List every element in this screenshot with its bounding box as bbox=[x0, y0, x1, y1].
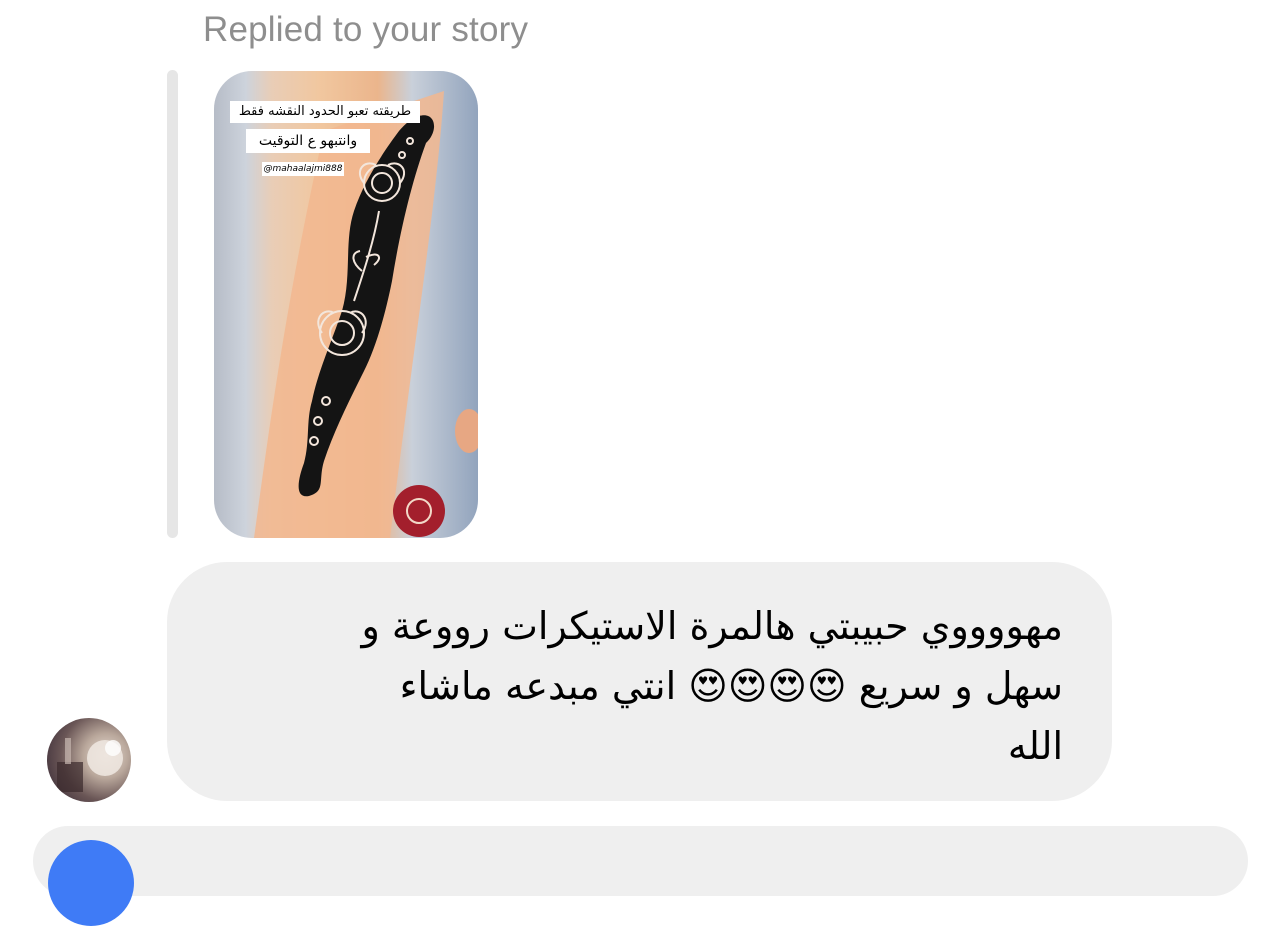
story-caption-line-2: وانتبهو ع التوقيت bbox=[246, 129, 370, 153]
story-handle: @mahaalajmi888 bbox=[262, 162, 344, 176]
camera-icon[interactable] bbox=[48, 840, 134, 926]
avatar-photo-icon bbox=[57, 738, 123, 792]
message-composer[interactable] bbox=[33, 826, 1248, 896]
story-thumbnail[interactable]: طريقته تعبو الحدود النقشه فقط وانتبهو ع … bbox=[214, 71, 478, 538]
sender-avatar[interactable] bbox=[47, 718, 131, 802]
replied-to-story-label: Replied to your story bbox=[203, 10, 529, 49]
story-caption-line-1: طريقته تعبو الحدود النقشه فقط bbox=[230, 101, 420, 123]
message-text: مهووووي حبيبتي هالمرة الاستيكرات رووعة و… bbox=[361, 604, 1064, 768]
message-bubble[interactable]: مهووووي حبيبتي هالمرة الاستيكرات رووعة و… bbox=[167, 562, 1112, 801]
story-reply-bar bbox=[167, 70, 178, 538]
